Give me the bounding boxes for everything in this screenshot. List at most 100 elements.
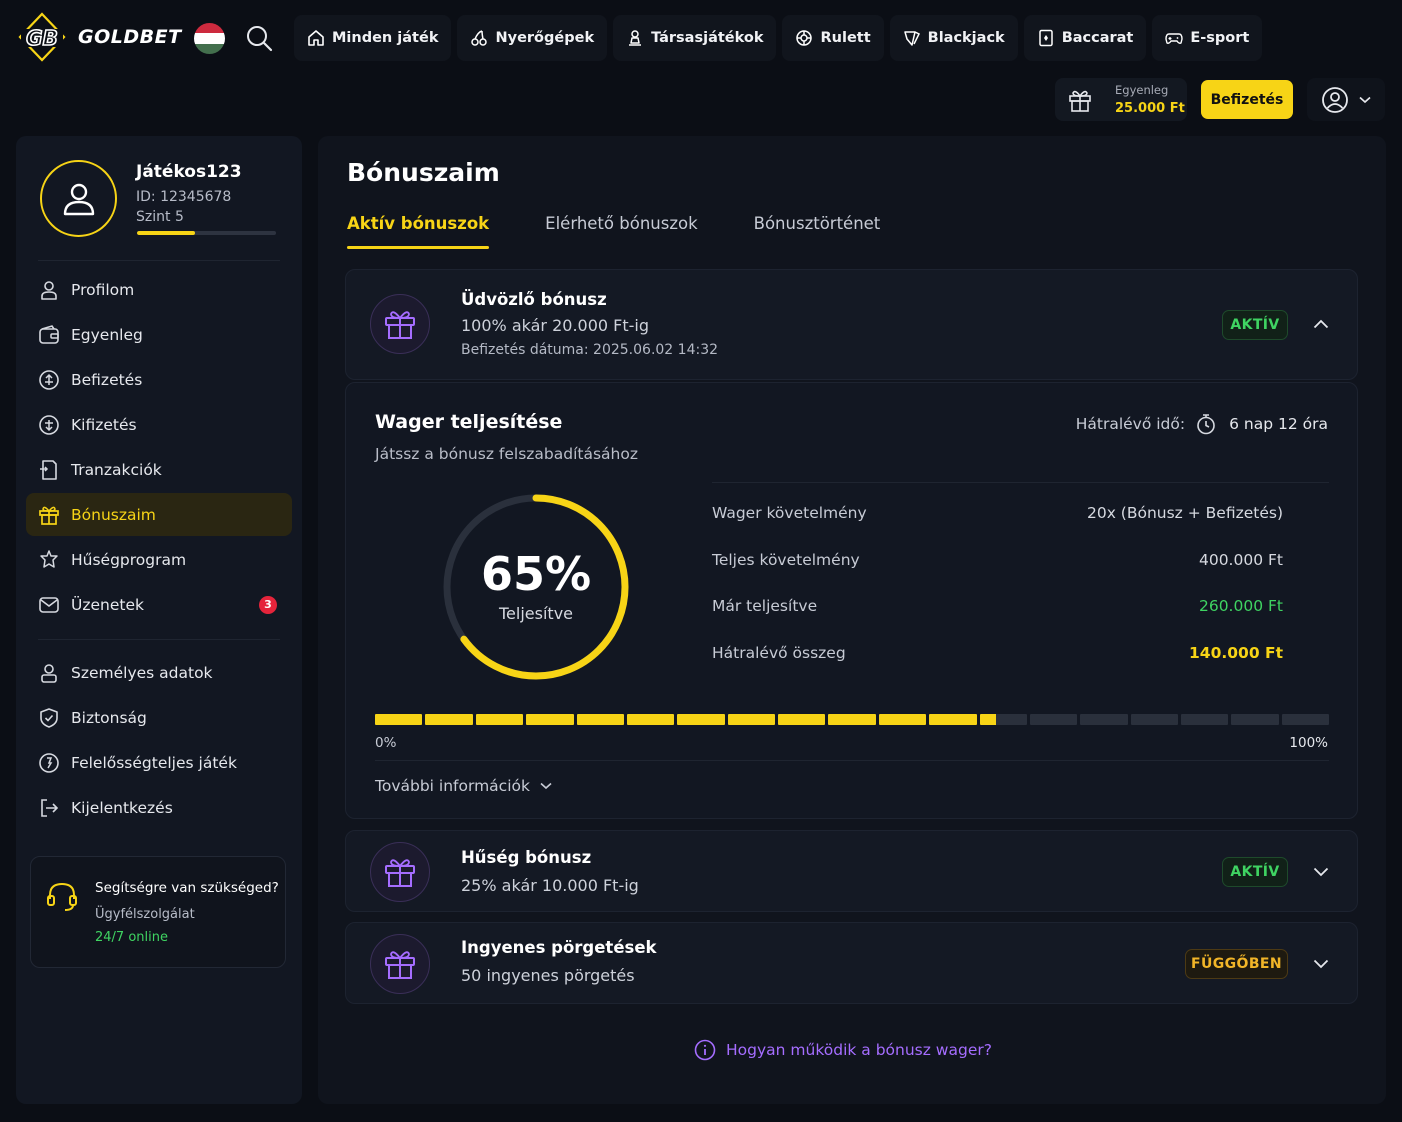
gift-icon xyxy=(370,842,430,902)
sidebar-item-label: Egyenleg xyxy=(71,325,143,344)
wager-row: Teljes követelmény 400.000 Ft xyxy=(712,551,1283,569)
progress-segment xyxy=(425,714,473,725)
profile-username: Játékos123 xyxy=(136,162,242,182)
nav-item-label: Társasjátékok xyxy=(651,30,764,46)
sidebar-item-label: Üzenetek xyxy=(71,595,144,614)
progress-segment-fill xyxy=(727,714,775,725)
progress-max-label: 100% xyxy=(1289,735,1328,751)
chevron-up-icon[interactable] xyxy=(1313,319,1329,329)
chevron-down-icon xyxy=(540,782,552,790)
user-menu-button[interactable] xyxy=(1307,78,1385,121)
tab-active-bonuses[interactable]: Aktív bónuszok xyxy=(347,214,490,249)
progress-segment-fill xyxy=(425,714,473,725)
responsible-icon xyxy=(38,752,71,774)
sidebar-item-messages[interactable]: Üzenetek 3 xyxy=(26,583,292,626)
sidebar-item-deposit[interactable]: Befizetés xyxy=(26,358,292,401)
bonus-date: Befizetés dátuma: 2025.06.02 14:32 xyxy=(461,342,719,358)
avatar[interactable] xyxy=(40,160,117,237)
progress-segment xyxy=(576,714,624,725)
sidebar-item-label: Biztonság xyxy=(71,708,147,727)
chevron-down-icon xyxy=(1359,96,1371,104)
sidebar-item-label: Személyes adatok xyxy=(71,663,213,682)
progress-segment xyxy=(1281,714,1330,725)
how-wager-works-link[interactable]: Hogyan működik a bónusz wager? xyxy=(694,1039,992,1061)
tab-bonus-history[interactable]: Bónusztörténet xyxy=(754,214,881,249)
sidebar-item-label: Profilom xyxy=(71,280,135,299)
sidebar-item-loyalty[interactable]: Hűségprogram xyxy=(26,538,292,581)
wager-subtitle: Játssz a bónusz felszabadításához xyxy=(375,445,638,463)
bonus-subtitle: 25% akár 10.000 Ft-ig xyxy=(461,876,639,895)
sidebar-item-bonuses[interactable]: Bónuszaim xyxy=(26,493,292,536)
wager-title: Wager teljesítése xyxy=(375,411,563,433)
bonus-card-loyalty[interactable]: Hűség bónusz 25% akár 10.000 Ft-ig AKTÍV xyxy=(345,830,1358,912)
wager-row-value: 140.000 Ft xyxy=(1189,644,1283,662)
wager-row: Wager követelmény 20x (Bónusz + Befizeté… xyxy=(712,504,1283,522)
nav-item-label: Rulett xyxy=(820,30,871,46)
sidebar-item-label: Hűségprogram xyxy=(71,550,187,569)
progress-segment xyxy=(375,714,423,725)
more-info-toggle[interactable]: További információk xyxy=(375,777,552,795)
deposit-button[interactable]: Befizetés xyxy=(1201,80,1293,119)
tab-available-bonuses[interactable]: Elérhető bónuszok xyxy=(545,214,697,249)
bonus-card-welcome[interactable]: Üdvözlő bónusz 100% akár 20.000 Ft-ig Be… xyxy=(345,269,1358,380)
nav-item-all-games[interactable]: Minden játék xyxy=(294,15,452,61)
remaining-time-label: Hátralévő idő: xyxy=(1075,415,1186,433)
progress-segment xyxy=(475,714,524,725)
chevron-down-icon[interactable] xyxy=(1313,959,1329,969)
sidebar-item-profile[interactable]: Profilom xyxy=(26,268,292,311)
progress-segment xyxy=(1231,714,1279,725)
chevron-down-icon[interactable] xyxy=(1313,867,1329,877)
pawn-icon xyxy=(626,29,644,47)
info-icon xyxy=(694,1039,716,1061)
sidebar-item-logout[interactable]: Kijelentkezés xyxy=(26,786,292,829)
search-icon[interactable] xyxy=(245,24,273,52)
unread-badge: 3 xyxy=(259,595,277,614)
sidebar-item-label: Kifizetés xyxy=(71,415,137,434)
sidebar-item-responsible-gaming[interactable]: Felelősségteljes játék xyxy=(26,741,292,784)
sidebar-item-personal-data[interactable]: Személyes adatok xyxy=(26,651,292,694)
logo[interactable]: GB GOLDBET xyxy=(18,12,182,62)
nav-item-esport[interactable]: E-sport xyxy=(1152,15,1263,61)
transactions-icon xyxy=(38,459,71,481)
progress-segment xyxy=(878,714,927,725)
bonus-subtitle: 50 ingyenes pörgetés xyxy=(461,966,635,985)
sidebar-item-withdraw[interactable]: Kifizetés xyxy=(26,403,292,446)
deposit-icon xyxy=(38,369,71,391)
balance-label: Egyenleg xyxy=(1115,83,1169,97)
progress-segment-fill xyxy=(475,714,524,725)
nav-item-slots[interactable]: Nyerőgépek xyxy=(457,15,608,61)
nav-item-label: Minden játék xyxy=(332,30,439,46)
nav-item-baccarat[interactable]: Baccarat xyxy=(1023,15,1147,61)
bonus-card-free-spins[interactable]: Ingyenes pörgetések 50 ingyenes pörgetés… xyxy=(345,922,1358,1004)
nav-item-blackjack[interactable]: Blackjack xyxy=(889,15,1018,61)
sidebar-item-label: Felelősségteljes játék xyxy=(71,753,237,772)
remaining-time: Hátralévő idő: 6 nap 12 óra xyxy=(1076,413,1328,435)
progress-segment xyxy=(1130,714,1178,725)
progress-segment-fill xyxy=(929,714,977,725)
progress-label: Teljesítve xyxy=(499,604,573,623)
sidebar: Játékos123 ID: 12345678 Szint 5 Profilom… xyxy=(16,136,302,1104)
language-flag-icon[interactable] xyxy=(194,23,225,54)
sidebar-item-balance[interactable]: Egyenleg xyxy=(26,313,292,356)
sidebar-item-transactions[interactable]: Tranzakciók xyxy=(26,448,292,491)
progress-segment-fill xyxy=(576,714,624,725)
user-circle-icon xyxy=(1321,86,1349,114)
sidebar-menu-settings: Személyes adatok Biztonság Felelősségtel… xyxy=(26,651,292,831)
support-card[interactable]: Segítségre van szükséged? Ügyfélszolgála… xyxy=(30,856,286,968)
user-icon xyxy=(63,183,94,215)
sidebar-item-security[interactable]: Biztonság xyxy=(26,696,292,739)
main-content: Bónuszaim Aktív bónuszok Elérhető bónusz… xyxy=(318,136,1386,1104)
nav-item-board-games[interactable]: Társasjátékok xyxy=(613,15,777,61)
nav-item-roulette[interactable]: Rulett xyxy=(782,15,884,61)
level-progress-bar xyxy=(137,231,276,235)
bonus-title: Üdvözlő bónusz xyxy=(461,290,607,309)
balance-value: 25.000 Ft xyxy=(1115,101,1185,116)
progress-segment xyxy=(626,714,675,725)
progress-segment-fill xyxy=(878,714,927,725)
divider xyxy=(712,482,1329,483)
sidebar-item-label: Kijelentkezés xyxy=(71,798,173,817)
nav-item-label: Nyerőgépek xyxy=(495,30,595,46)
sidebar-item-label: Befizetés xyxy=(71,370,143,389)
wager-progress-bar xyxy=(375,714,1330,725)
balance-widget[interactable]: Egyenleg 25.000 Ft xyxy=(1055,78,1187,121)
